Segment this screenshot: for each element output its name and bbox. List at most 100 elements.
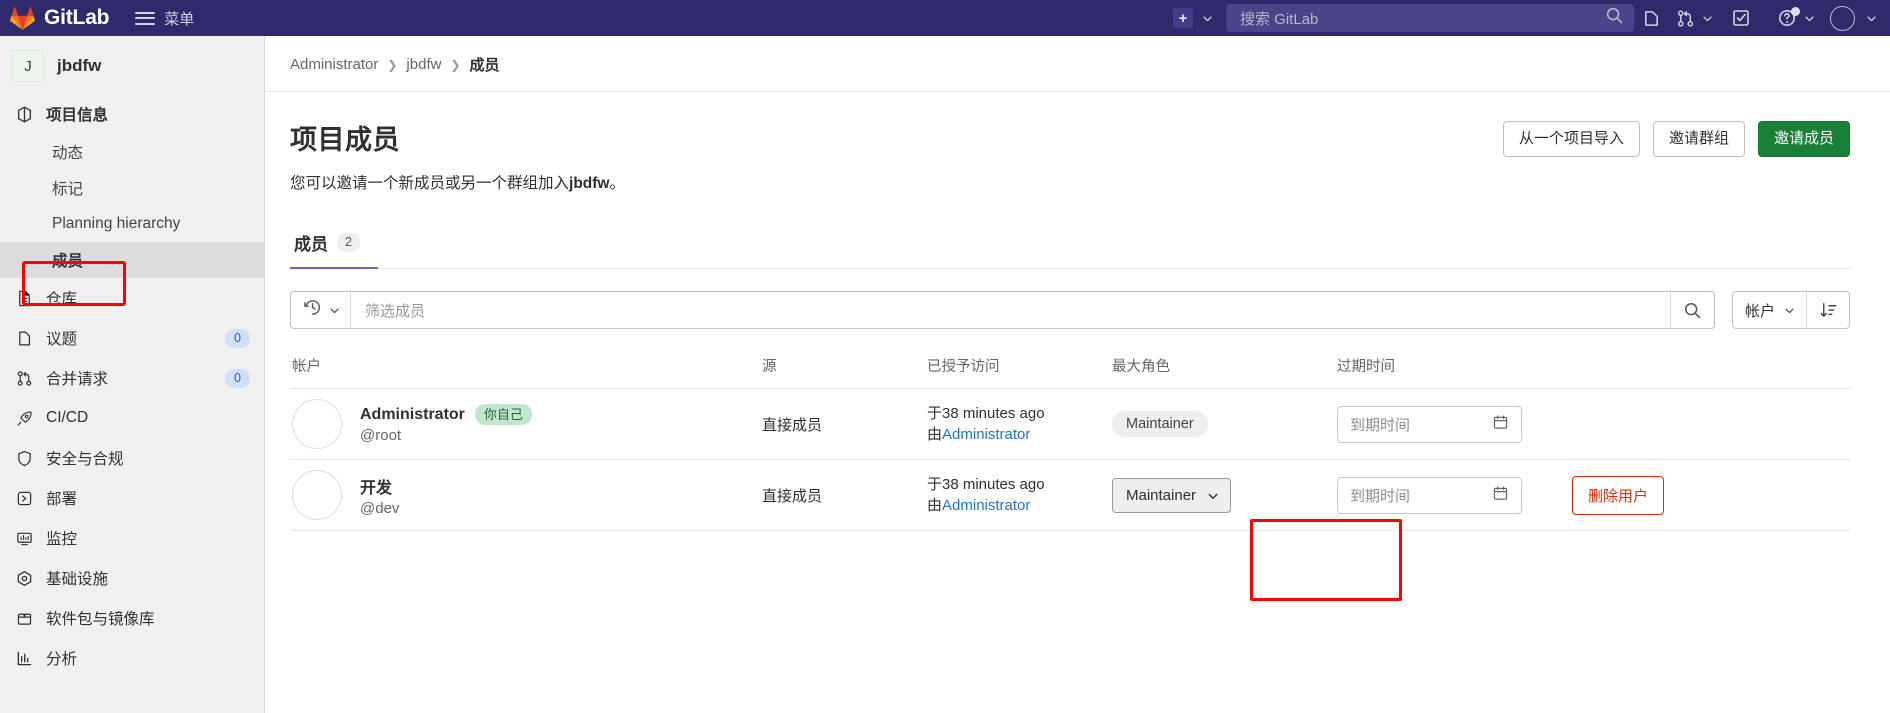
breadcrumb-separator-icon: ❯ xyxy=(387,57,398,72)
hamburger-icon xyxy=(135,11,156,25)
issues-count-badge: 0 xyxy=(225,328,250,348)
search-submit-button[interactable] xyxy=(1669,292,1714,328)
merge-requests-dropdown[interactable] xyxy=(1668,2,1712,34)
sidebar-item-packages[interactable]: 软件包与镜像库 xyxy=(0,598,264,638)
history-icon xyxy=(303,298,322,322)
member-source-cell: 直接成员 xyxy=(760,459,925,531)
breadcrumb: Administrator ❯ jbdfw ❯ 成员 xyxy=(265,36,1890,92)
table-row: Administrator 你自己 @root 直接成员 于38 minutes… xyxy=(290,388,1850,460)
sort-direction-icon[interactable] xyxy=(1807,292,1849,328)
user-menu-dropdown[interactable] xyxy=(1830,5,1876,31)
breadcrumb-separator-icon: ❯ xyxy=(450,57,461,72)
sidebar-item-labels[interactable]: 标记 xyxy=(0,170,264,206)
page-subtitle-suffix: 。 xyxy=(609,175,625,192)
merge-request-icon xyxy=(1668,2,1702,34)
sidebar-item-repository[interactable]: 仓库 xyxy=(0,278,264,318)
gitlab-logo-link[interactable]: GitLab xyxy=(10,6,109,30)
sidebar-item-deploy[interactable]: 部署 xyxy=(0,478,264,518)
merge-requests-count-badge: 0 xyxy=(225,368,250,388)
sidebar-item-label: 基础设施 xyxy=(46,571,109,588)
member-account-cell: Administrator 你自己 @root xyxy=(290,388,760,460)
help-dropdown[interactable] xyxy=(1770,2,1814,34)
member-expiration-cell: 到期时间 xyxy=(1335,388,1570,460)
member-granted-cell: 于38 minutes ago 由Administrator xyxy=(925,388,1110,460)
expiration-placeholder: 到期时间 xyxy=(1350,487,1411,505)
column-header-max-role: 最大角色 xyxy=(1110,341,1335,389)
role-dropdown-button[interactable]: Maintainer xyxy=(1112,477,1232,513)
filter-bar: 筛选成员 xyxy=(290,291,1715,329)
infrastructure-icon xyxy=(15,569,34,588)
sidebar-item-activity[interactable]: 动态 xyxy=(0,134,264,170)
sidebar-item-analytics[interactable]: 分析 xyxy=(0,638,264,678)
issues-icon[interactable] xyxy=(1634,2,1668,34)
sidebar-item-members[interactable]: 成员 xyxy=(0,242,264,278)
invite-members-button[interactable]: 邀请成员 xyxy=(1757,121,1850,157)
sidebar-item-project-info[interactable]: 项目信息 xyxy=(0,94,264,134)
sidebar-item-issues[interactable]: 议题 0 xyxy=(0,318,264,358)
plus-icon[interactable]: + xyxy=(1173,8,1193,28)
rocket-icon xyxy=(15,409,34,428)
monitor-icon xyxy=(15,529,34,548)
sidebar-item-planning-hierarchy[interactable]: Planning hierarchy xyxy=(0,206,264,242)
deploy-icon xyxy=(15,489,34,508)
member-handle: @root xyxy=(360,427,402,444)
import-from-project-button[interactable]: 从一个项目导入 xyxy=(1502,121,1640,157)
member-source: 直接成员 xyxy=(762,487,823,505)
table-header-row: 帐户 源 已授予访问 最大角色 过期时间 xyxy=(290,341,1850,389)
page-title: 项目成员 xyxy=(290,125,400,155)
sort-field-dropdown[interactable]: 帐户 xyxy=(1733,292,1807,328)
main-menu-button[interactable]: 菜单 xyxy=(135,8,194,29)
invite-group-button[interactable]: 邀请群组 xyxy=(1652,121,1745,157)
members-table: 帐户 源 已授予访问 最大角色 过期时间 Administrator 你自己 @… xyxy=(290,341,1850,531)
analytics-icon xyxy=(15,649,34,668)
column-header-expiration: 过期时间 xyxy=(1335,341,1570,389)
sidebar-item-label: 安全与合规 xyxy=(46,451,124,468)
navbar-right-group: + 搜索 GitLab xyxy=(1173,2,1876,34)
sidebar-item-monitor[interactable]: 监控 xyxy=(0,518,264,558)
breadcrumb-item-administrator[interactable]: Administrator xyxy=(290,56,378,73)
filter-row: 筛选成员 帐户 xyxy=(290,291,1850,329)
recent-searches-dropdown[interactable] xyxy=(291,292,351,328)
todos-icon[interactable] xyxy=(1724,2,1758,34)
tab-members[interactable]: 成员 2 xyxy=(290,222,378,269)
remove-user-button[interactable]: 删除用户 xyxy=(1572,475,1665,515)
tab-count-badge: 2 xyxy=(337,233,360,252)
expiration-date-input[interactable]: 到期时间 xyxy=(1337,476,1522,514)
its-you-badge: 你自己 xyxy=(474,404,532,425)
calendar-icon xyxy=(1492,414,1509,435)
avatar xyxy=(292,399,342,449)
sort-controls: 帐户 xyxy=(1731,291,1850,329)
sidebar-item-label: 动态 xyxy=(52,145,84,162)
sidebar-item-label: 部署 xyxy=(46,491,78,508)
granted-by-prefix: 由 xyxy=(927,426,943,443)
avatar xyxy=(1830,5,1855,31)
repository-icon xyxy=(15,289,34,308)
project-header-link[interactable]: J jbdfw xyxy=(0,44,264,94)
member-name[interactable]: Administrator xyxy=(360,406,465,424)
sidebar-item-label: CI/CD xyxy=(46,409,89,426)
sidebar-item-merge-requests[interactable]: 合并请求 0 xyxy=(0,358,264,398)
member-name[interactable]: 开发 xyxy=(360,474,392,498)
global-search-input[interactable]: 搜索 GitLab xyxy=(1226,4,1634,32)
role-dropdown-highlight-box xyxy=(1250,519,1402,601)
page-subtitle: 您可以邀请一个新成员或另一个群组加入jbdfw。 xyxy=(290,171,1503,193)
granted-by-link[interactable]: Administrator xyxy=(942,497,1030,514)
sidebar-item-label: Planning hierarchy xyxy=(52,215,181,232)
new-item-dropdown[interactable]: + xyxy=(1173,8,1212,28)
page-subtitle-project: jbdfw xyxy=(569,175,610,192)
granted-by-link[interactable]: Administrator xyxy=(942,426,1030,443)
search-icon xyxy=(1605,6,1624,30)
filter-members-input[interactable]: 筛选成员 xyxy=(351,300,1670,321)
chevron-down-icon xyxy=(329,305,339,315)
issues-icon xyxy=(15,329,34,348)
member-source: 直接成员 xyxy=(762,416,823,434)
sidebar-item-cicd[interactable]: CI/CD xyxy=(0,398,264,438)
sidebar-item-infrastructure[interactable]: 基础设施 xyxy=(0,558,264,598)
role-dropdown-label: Maintainer xyxy=(1126,486,1197,504)
sidebar-item-security[interactable]: 安全与合规 xyxy=(0,438,264,478)
breadcrumb-item-project[interactable]: jbdfw xyxy=(406,56,441,73)
tabs-bar: 成员 2 xyxy=(290,222,1850,269)
page-header: 项目成员 您可以邀请一个新成员或另一个群组加入jbdfw。 从一个项目导入 邀请… xyxy=(290,118,1850,193)
member-role-cell: Maintainer xyxy=(1110,388,1335,460)
expiration-date-input[interactable]: 到期时间 xyxy=(1337,405,1522,443)
